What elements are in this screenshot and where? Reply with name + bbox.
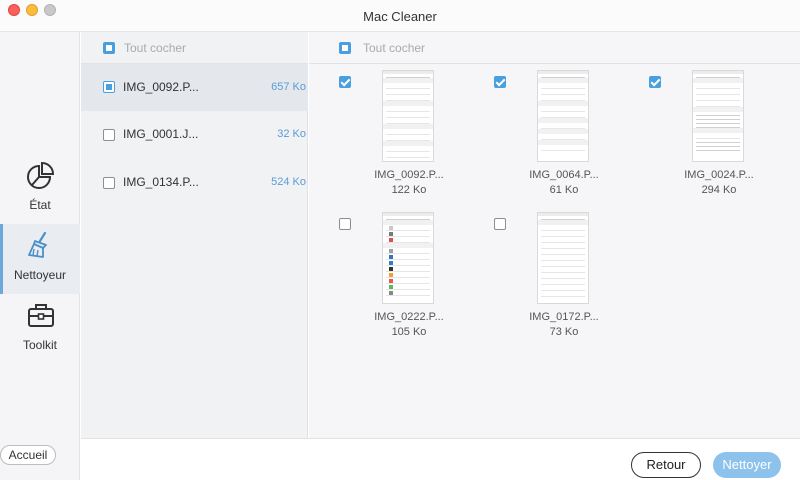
- select-all-files-label: Tout cocher: [124, 41, 187, 55]
- thumbnail-checkbox[interactable]: [494, 218, 506, 230]
- sidebar-item-label: État: [29, 198, 51, 212]
- thumbnail-item[interactable]: IMG_0222.P... 105 Ko: [339, 212, 489, 352]
- sidebar: État Nettoyeur Toolkit Accueil: [0, 32, 80, 480]
- window-title: Mac Cleaner: [363, 9, 437, 24]
- thumbnail-name: IMG_0222.P...: [374, 311, 444, 323]
- sidebar-item-etat[interactable]: État: [0, 154, 80, 224]
- thumbnail-size: 294 Ko: [701, 184, 737, 196]
- file-row[interactable]: IMG_0092.P... 657 Ko: [81, 64, 308, 111]
- select-all-thumbnails-label: Tout cocher: [363, 41, 426, 55]
- footer-bar: Retour Nettoyer: [81, 438, 800, 480]
- pie-chart-icon: [27, 161, 55, 189]
- image-thumbnail: [382, 70, 434, 162]
- broom-icon: [28, 231, 47, 258]
- file-size: 524 Ko: [271, 176, 306, 188]
- thumbnail-size: 122 Ko: [391, 184, 427, 196]
- file-list-panel: Tout cocher IMG_0092.P... 657 Ko IMG_000…: [81, 32, 308, 438]
- thumbnail-grid-header: Tout cocher: [309, 32, 800, 64]
- thumbnail-size: 61 Ko: [549, 184, 579, 196]
- file-checkbox[interactable]: [103, 129, 115, 141]
- thumbnail-grid-panel: Tout cocher IMG_0092.P... 122 Ko IMG_006…: [309, 32, 800, 438]
- sidebar-item-nettoyeur[interactable]: Nettoyeur: [0, 224, 80, 294]
- file-row[interactable]: IMG_0001.J... 32 Ko: [81, 111, 308, 158]
- thumbnail-name: IMG_0172.P...: [529, 311, 599, 323]
- thumbnail-item[interactable]: IMG_0092.P... 122 Ko: [339, 70, 489, 210]
- sidebar-item-toolkit[interactable]: Toolkit: [0, 294, 80, 364]
- select-all-files-checkbox[interactable]: [103, 42, 115, 54]
- thumbnail-item[interactable]: IMG_0064.P... 61 Ko: [494, 70, 644, 210]
- image-thumbnail: [692, 70, 744, 162]
- thumbnail-size: 73 Ko: [549, 326, 579, 338]
- thumbnail-item[interactable]: IMG_0172.P... 73 Ko: [494, 212, 644, 352]
- sidebar-item-label: Toolkit: [22, 338, 57, 352]
- thumbnail-checkbox[interactable]: [339, 218, 351, 230]
- clean-button[interactable]: Nettoyer: [713, 452, 781, 478]
- thumbnail-size: 105 Ko: [391, 326, 427, 338]
- thumbnail-item[interactable]: IMG_0024.P... 294 Ko: [649, 70, 799, 210]
- file-list-header: Tout cocher: [81, 32, 308, 64]
- title-bar: Mac Cleaner: [0, 0, 800, 32]
- thumbnail-name: IMG_0024.P...: [684, 169, 754, 181]
- select-all-thumbnails-checkbox[interactable]: [339, 42, 351, 54]
- image-thumbnail: [382, 212, 434, 304]
- home-button[interactable]: Accueil: [0, 445, 56, 465]
- thumbnail-checkbox[interactable]: [649, 76, 661, 88]
- thumbnail-name: IMG_0092.P...: [374, 169, 444, 181]
- toolbox-icon: [28, 304, 54, 327]
- file-checkbox[interactable]: [103, 81, 115, 93]
- file-name: IMG_0001.J...: [123, 127, 199, 141]
- image-thumbnail: [537, 212, 589, 304]
- thumbnail-name: IMG_0064.P...: [529, 169, 599, 181]
- file-name: IMG_0134.P...: [123, 175, 199, 189]
- back-button[interactable]: Retour: [631, 452, 701, 478]
- file-row[interactable]: IMG_0134.P... 524 Ko: [81, 159, 308, 206]
- file-name: IMG_0092.P...: [123, 80, 199, 94]
- file-size: 32 Ko: [277, 128, 306, 140]
- thumbnail-checkbox[interactable]: [494, 76, 506, 88]
- image-thumbnail: [537, 70, 589, 162]
- sidebar-item-label: Nettoyeur: [13, 268, 67, 282]
- thumbnail-checkbox[interactable]: [339, 76, 351, 88]
- file-checkbox[interactable]: [103, 177, 115, 189]
- file-size: 657 Ko: [271, 81, 306, 93]
